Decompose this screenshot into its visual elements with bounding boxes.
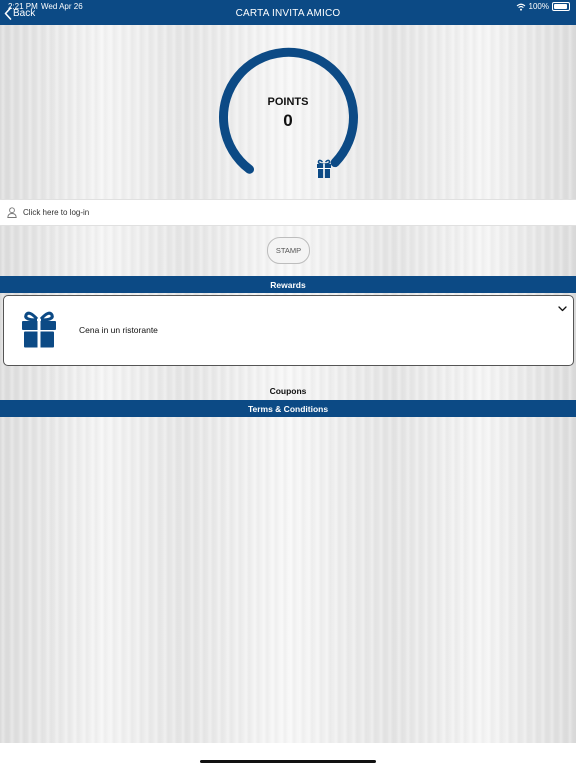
login-row[interactable]: Click here to log-in <box>0 199 576 226</box>
reward-name: Cena in un ristorante <box>79 325 158 335</box>
stamp-button[interactable]: STAMP <box>267 237 310 264</box>
terms-conditions-label: Terms & Conditions <box>247 403 329 414</box>
top-navigation-bar: 2:21 PM Wed Apr 26 100% Back CARTA INVIT… <box>0 0 576 25</box>
gift-icon <box>22 311 56 348</box>
home-indicator[interactable] <box>200 760 376 763</box>
points-label: POINTS <box>267 96 309 108</box>
login-label: Click here to log-in <box>23 208 90 217</box>
chevron-down-icon[interactable] <box>558 306 567 312</box>
user-icon <box>7 207 17 218</box>
points-value: 0 <box>283 111 293 130</box>
bottom-safe-area <box>0 743 576 768</box>
coupons-header: Coupons <box>269 386 307 396</box>
gauge-gift-icon <box>317 159 331 178</box>
terms-conditions-header[interactable]: Terms & Conditions <box>0 400 576 417</box>
reward-card[interactable]: Cena in un ristorante <box>3 295 574 366</box>
rewards-header-label: Rewards <box>270 279 306 290</box>
page-title: CARTA INVITA AMICO <box>235 8 341 19</box>
rewards-header: Rewards <box>0 276 576 293</box>
